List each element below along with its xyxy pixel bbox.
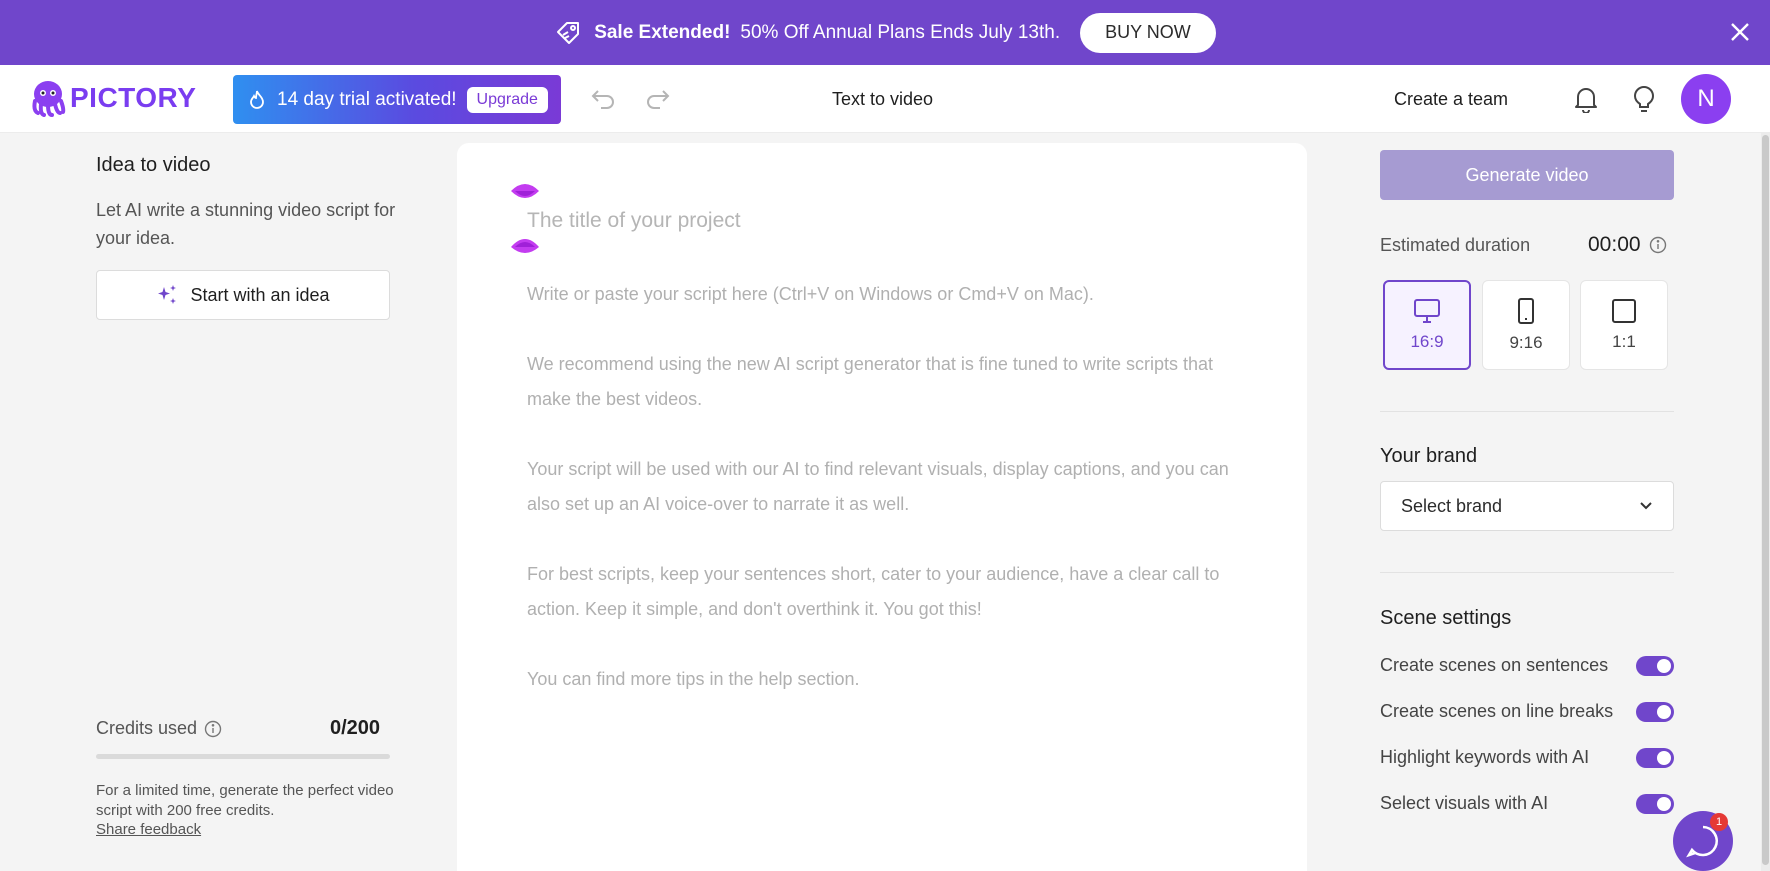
undo-icon[interactable] <box>589 87 617 111</box>
create-team-link[interactable]: Create a team <box>1394 89 1508 110</box>
script-paragraph: Write or paste your script here (Ctrl+V … <box>527 284 1094 304</box>
credits-note: For a limited time, generate the perfect… <box>96 782 394 819</box>
info-icon[interactable] <box>1649 236 1667 254</box>
select-visuals-toggle[interactable] <box>1636 793 1674 814</box>
toggle-row-sentences: Create scenes on sentences <box>1380 655 1674 676</box>
highlight-keywords-toggle[interactable] <box>1636 747 1674 768</box>
avatar[interactable]: N <box>1681 74 1731 124</box>
mobile-icon <box>1518 298 1534 324</box>
credits-used: Credits used <box>96 718 222 739</box>
script-paragraph: You can find more tips in the help secti… <box>527 669 860 689</box>
toggle-row-visuals: Select visuals with AI <box>1380 793 1674 814</box>
scenes-on-line-breaks-toggle[interactable] <box>1636 701 1674 722</box>
desktop-icon <box>1414 299 1440 323</box>
start-with-idea-label: Start with an idea <box>190 284 330 305</box>
script-editor[interactable]: The title of your project Write or paste… <box>457 143 1307 871</box>
scrollbar-thumb[interactable] <box>1762 135 1769 865</box>
trial-banner: 14 day trial activated! Upgrade <box>233 75 561 124</box>
toggle-label: Select visuals with AI <box>1380 793 1549 813</box>
scene-settings-title: Scene settings <box>1380 607 1512 629</box>
estimated-duration: 00:00 <box>1588 233 1667 257</box>
sale-banner: Sale Extended! 50% Off Annual Plans Ends… <box>0 0 1770 65</box>
ratio-9-16-option[interactable]: 9:16 <box>1482 280 1570 370</box>
drag-handle-top-icon[interactable] <box>509 183 541 205</box>
ratio-label: 9:16 <box>1509 333 1543 352</box>
ratio-label: 1:1 <box>1612 332 1636 351</box>
upgrade-button[interactable]: Upgrade <box>466 86 548 113</box>
estimated-duration-value: 00:00 <box>1588 233 1641 256</box>
close-icon[interactable] <box>1728 20 1752 44</box>
share-feedback-link[interactable]: Share feedback <box>96 821 201 838</box>
brand-title: Your brand <box>1380 445 1478 467</box>
toggle-row-keywords: Highlight keywords with AI <box>1380 747 1674 768</box>
toggle-label: Highlight keywords with AI <box>1380 747 1590 767</box>
script-paragraph: Your script will be used with our AI to … <box>527 459 1229 514</box>
top-header: PICTORY 14 day trial activated! Upgrade … <box>0 65 1770 133</box>
lightbulb-icon[interactable] <box>1632 85 1656 113</box>
scrollbar[interactable] <box>1761 133 1770 871</box>
credits-progress <box>96 754 390 759</box>
start-with-idea-button[interactable]: Start with an idea <box>96 270 390 320</box>
credits-value: 0/200 <box>330 717 381 739</box>
logo-text: PICTORY <box>70 82 197 113</box>
flame-icon <box>250 90 264 109</box>
scenes-on-sentences-toggle[interactable] <box>1636 655 1674 676</box>
chat-notification-badge: 1 <box>1710 813 1728 831</box>
idea-to-video-title: Idea to video <box>96 154 211 176</box>
ratio-1-1-option[interactable]: 1:1 <box>1580 280 1668 370</box>
toggle-label: Create scenes on line breaks <box>1380 701 1614 721</box>
chevron-down-icon <box>1640 502 1652 510</box>
redo-icon[interactable] <box>644 87 672 111</box>
toggle-row-line-breaks: Create scenes on line breaks <box>1380 701 1674 722</box>
octopus-icon <box>32 81 66 117</box>
info-icon[interactable] <box>204 720 222 738</box>
drag-handle-bottom-icon[interactable] <box>509 233 541 255</box>
sale-message: 50% Off Annual Plans Ends July 13th. <box>740 21 1061 43</box>
toggle-label: Create scenes on sentences <box>1380 655 1609 675</box>
pictory-logo[interactable]: PICTORY <box>30 79 196 117</box>
idea-to-video-description: Let AI write a stunning video script for… <box>96 200 396 248</box>
page-title: Text to video <box>832 89 934 109</box>
tag-icon <box>557 21 580 44</box>
bell-icon[interactable] <box>1573 85 1599 113</box>
estimated-duration-label: Estimated duration <box>1380 235 1531 255</box>
brand-select-value: Select brand <box>1401 495 1503 516</box>
script-textarea[interactable]: Write or paste your script here (Ctrl+V … <box>527 277 1247 732</box>
divider <box>1380 411 1674 412</box>
script-paragraph: For best scripts, keep your sentences sh… <box>527 564 1220 619</box>
ratio-16-9-option[interactable]: 16:9 <box>1383 280 1471 370</box>
sparkle-icon <box>158 285 177 304</box>
ratio-label: 16:9 <box>1410 332 1444 351</box>
script-paragraph: We recommend using the new AI script gen… <box>527 354 1214 409</box>
divider <box>1380 572 1674 573</box>
sale-headline: Sale Extended! <box>594 21 731 43</box>
buy-now-button[interactable]: BUY NOW <box>1080 12 1216 53</box>
square-icon <box>1612 299 1636 323</box>
brand-select[interactable]: Select brand <box>1380 481 1674 531</box>
credits-label: Credits used <box>96 718 198 738</box>
project-title-input[interactable]: The title of your project <box>527 209 741 233</box>
trial-text: 14 day trial activated! <box>277 88 457 110</box>
generate-video-button[interactable]: Generate video <box>1380 150 1674 200</box>
